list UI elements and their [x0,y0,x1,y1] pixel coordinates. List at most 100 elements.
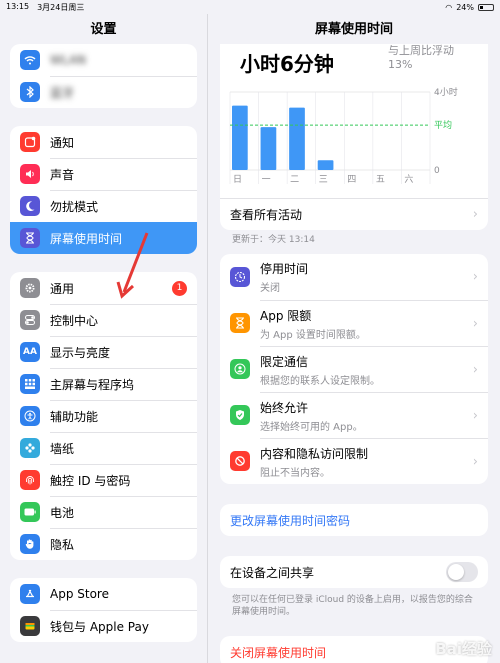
appstore-icon [20,584,40,604]
sidebar-item-label: 触控 ID 与密码 [50,474,131,488]
share-across-devices-toggle[interactable] [446,562,478,582]
y-tick-label: 0 [434,166,440,176]
sidebar-item-label: 通知 [50,135,75,150]
app-limits-row[interactable]: App 限额 为 App 设置时间限额。 › [220,300,488,346]
page-title: 屏幕使用时间 [314,22,393,37]
sidebar-item-label: 主屏幕与程序坞 [50,378,135,392]
accessibility-icon [20,406,40,426]
row-title: 始终允许 [260,400,309,415]
hourglass-icon [20,228,40,248]
moon-icon [20,196,40,216]
contact-icon [230,359,250,379]
downtime-row[interactable]: 停用时间 关闭 › [220,254,488,300]
sidebar-item-wallet[interactable]: 钱包与 Apple Pay [10,610,197,642]
chevron-right-icon: › [472,362,478,377]
usage-summary-card: 小时6分钟 与上周比浮动 13% 日 一 二 三 四 五 六 平均 4小时 0 查看所有活动 › [220,44,488,230]
sidebar-group-connectivity: WLAN 蓝牙 [10,44,197,108]
sidebar-item-wlan[interactable]: WLAN [10,44,197,76]
sidebar-item-label: 控制中心 [50,314,99,328]
bluetooth-icon [20,82,40,102]
updated-time: 更新于：今天 13:14 [232,235,315,245]
x-tick-label: 四 [347,175,356,185]
status-date: 3月24日周三 [37,2,85,12]
share-across-devices-row: 在设备之间共享 [220,556,488,588]
fingerprint-icon [20,470,40,490]
x-tick-label: 三 [319,175,328,185]
sidebar-item-accessibility[interactable]: 辅助功能 [10,400,197,432]
sidebar-item-label: 墙纸 [50,442,75,456]
sidebar-item-display-brightness[interactable]: AA 显示与亮度 [10,336,197,368]
chevron-right-icon: › [472,454,478,469]
sidebar-item-touch-id-passcode[interactable]: 触控 ID 与密码 [10,464,197,496]
row-title: 内容和隐私访问限制 [260,446,369,461]
limits-card: 停用时间 关闭 › App 限额 为 App 设置时间限额。 › 限定通信 根据… [220,254,488,484]
weekly-usage-chart[interactable]: 日 一 二 三 四 五 六 平均 4小时 0 [220,80,488,198]
display-icon: AA [20,342,40,362]
sidebar-item-screen-time[interactable]: 屏幕使用时间 [10,222,197,254]
chevron-right-icon: › [472,269,478,285]
x-tick-label: 日 [233,174,242,185]
screen-time-panel: 屏幕使用时间 小时6分钟 与上周比浮动 13% 日 一 二 三 四 五 六 平均 4小时 0 查看… [208,14,500,663]
status-time: 13:15 [6,1,30,11]
sidebar-group-general: 通用 1 控制中心 AA 显示与亮度 主屏幕与程序坞 辅助功能 墙纸 触控 ID… [10,272,197,560]
chart-bar [260,127,277,170]
share-across-devices-label: 在设备之间共享 [230,565,315,580]
communication-limits-row[interactable]: 限定通信 根据您的联系人设定限制。 › [220,346,488,392]
sidebar-item-wallpaper[interactable]: 墙纸 [10,432,197,464]
chart-bar [289,107,305,170]
see-all-activity-row[interactable]: 查看所有活动 › [220,198,488,230]
status-bar: 13:15 3月24日周三 ◠ 24% [0,0,500,14]
sidebar-item-privacy[interactable]: 隐私 [10,528,197,560]
always-allowed-row[interactable]: 始终允许 选择始终可用的 App。 › [220,392,488,438]
sidebar-item-label: 显示与亮度 [50,346,111,360]
row-title: App 限额 [260,308,312,323]
weekly-comparison: 与上周比浮动 13% [388,44,454,72]
x-tick-label: 六 [404,173,413,185]
battery-percent: 24% [456,2,474,12]
x-tick-label: 一 [262,175,271,185]
sidebar-item-home-screen-dock[interactable]: 主屏幕与程序坞 [10,368,197,400]
sidebar-item-sounds[interactable]: 声音 [10,158,197,190]
share-description: 您可以在任何已登录 iCloud 的设备上启用，以报告您的综合屏幕使用时间。 [232,595,473,617]
row-subtitle: 阻止不当内容。 [260,467,330,479]
sidebar-item-control-center[interactable]: 控制中心 [10,304,197,336]
sidebar-group-notifications: 通知 声音 勿扰模式 屏幕使用时间 [10,126,197,254]
change-passcode-button[interactable]: 更改屏幕使用时间密码 [220,504,488,536]
row-title: 限定通信 [260,354,309,369]
battery-icon [478,3,494,11]
gear-icon [20,278,40,298]
home-grid-icon [20,374,40,394]
row-subtitle: 关闭 [260,283,280,294]
sidebar-item-label: 钱包与 Apple Pay [50,620,149,634]
chevron-right-icon: › [472,207,478,222]
update-badge: 1 [172,280,187,296]
wallet-icon [20,616,40,636]
average-label: 平均 [434,119,452,131]
settings-sidebar: 设置 WLAN 蓝牙 通知 声音 勿扰模式 屏幕使用时间 通用 1 控制中心 A… [0,14,208,663]
sidebar-item-bluetooth[interactable]: 蓝牙 [10,76,197,108]
chevron-right-icon: › [472,316,478,331]
sidebar-item-label: 屏幕使用时间 [50,231,123,246]
checkmark-icon [230,405,250,425]
sidebar-item-label: 勿扰模式 [50,200,99,214]
sidebar-item-label: 电池 [50,506,75,520]
sidebar-item-notifications[interactable]: 通知 [10,126,197,158]
wifi-status-icon: ◠ [445,2,453,12]
sidebar-item-general[interactable]: 通用 1 [10,272,197,304]
x-tick-label: 二 [290,175,299,185]
chevron-right-icon: › [472,408,478,423]
sidebar-item-battery[interactable]: 电池 [10,496,197,528]
sidebar-item-label: App Store [50,587,109,601]
sound-icon [20,164,40,184]
chart-bar [232,105,248,170]
sidebar-item-do-not-disturb[interactable]: 勿扰模式 [10,190,197,222]
wifi-icon [20,50,40,70]
watermark-logo: Bai经验 [435,640,492,658]
sidebar-item-app-store[interactable]: App Store [10,578,197,610]
y-tick-label: 4小时 [434,86,458,98]
content-privacy-restrictions-row[interactable]: 内容和隐私访问限制 阻止不当内容。 › [220,438,488,484]
share-card: 在设备之间共享 [220,556,488,588]
weekly-usage-chart-svg: 日 一 二 三 四 五 六 平均 4小时 0 [229,86,458,185]
sidebar-group-store: App Store 钱包与 Apple Pay [10,578,197,642]
x-tick-label: 五 [376,175,385,185]
